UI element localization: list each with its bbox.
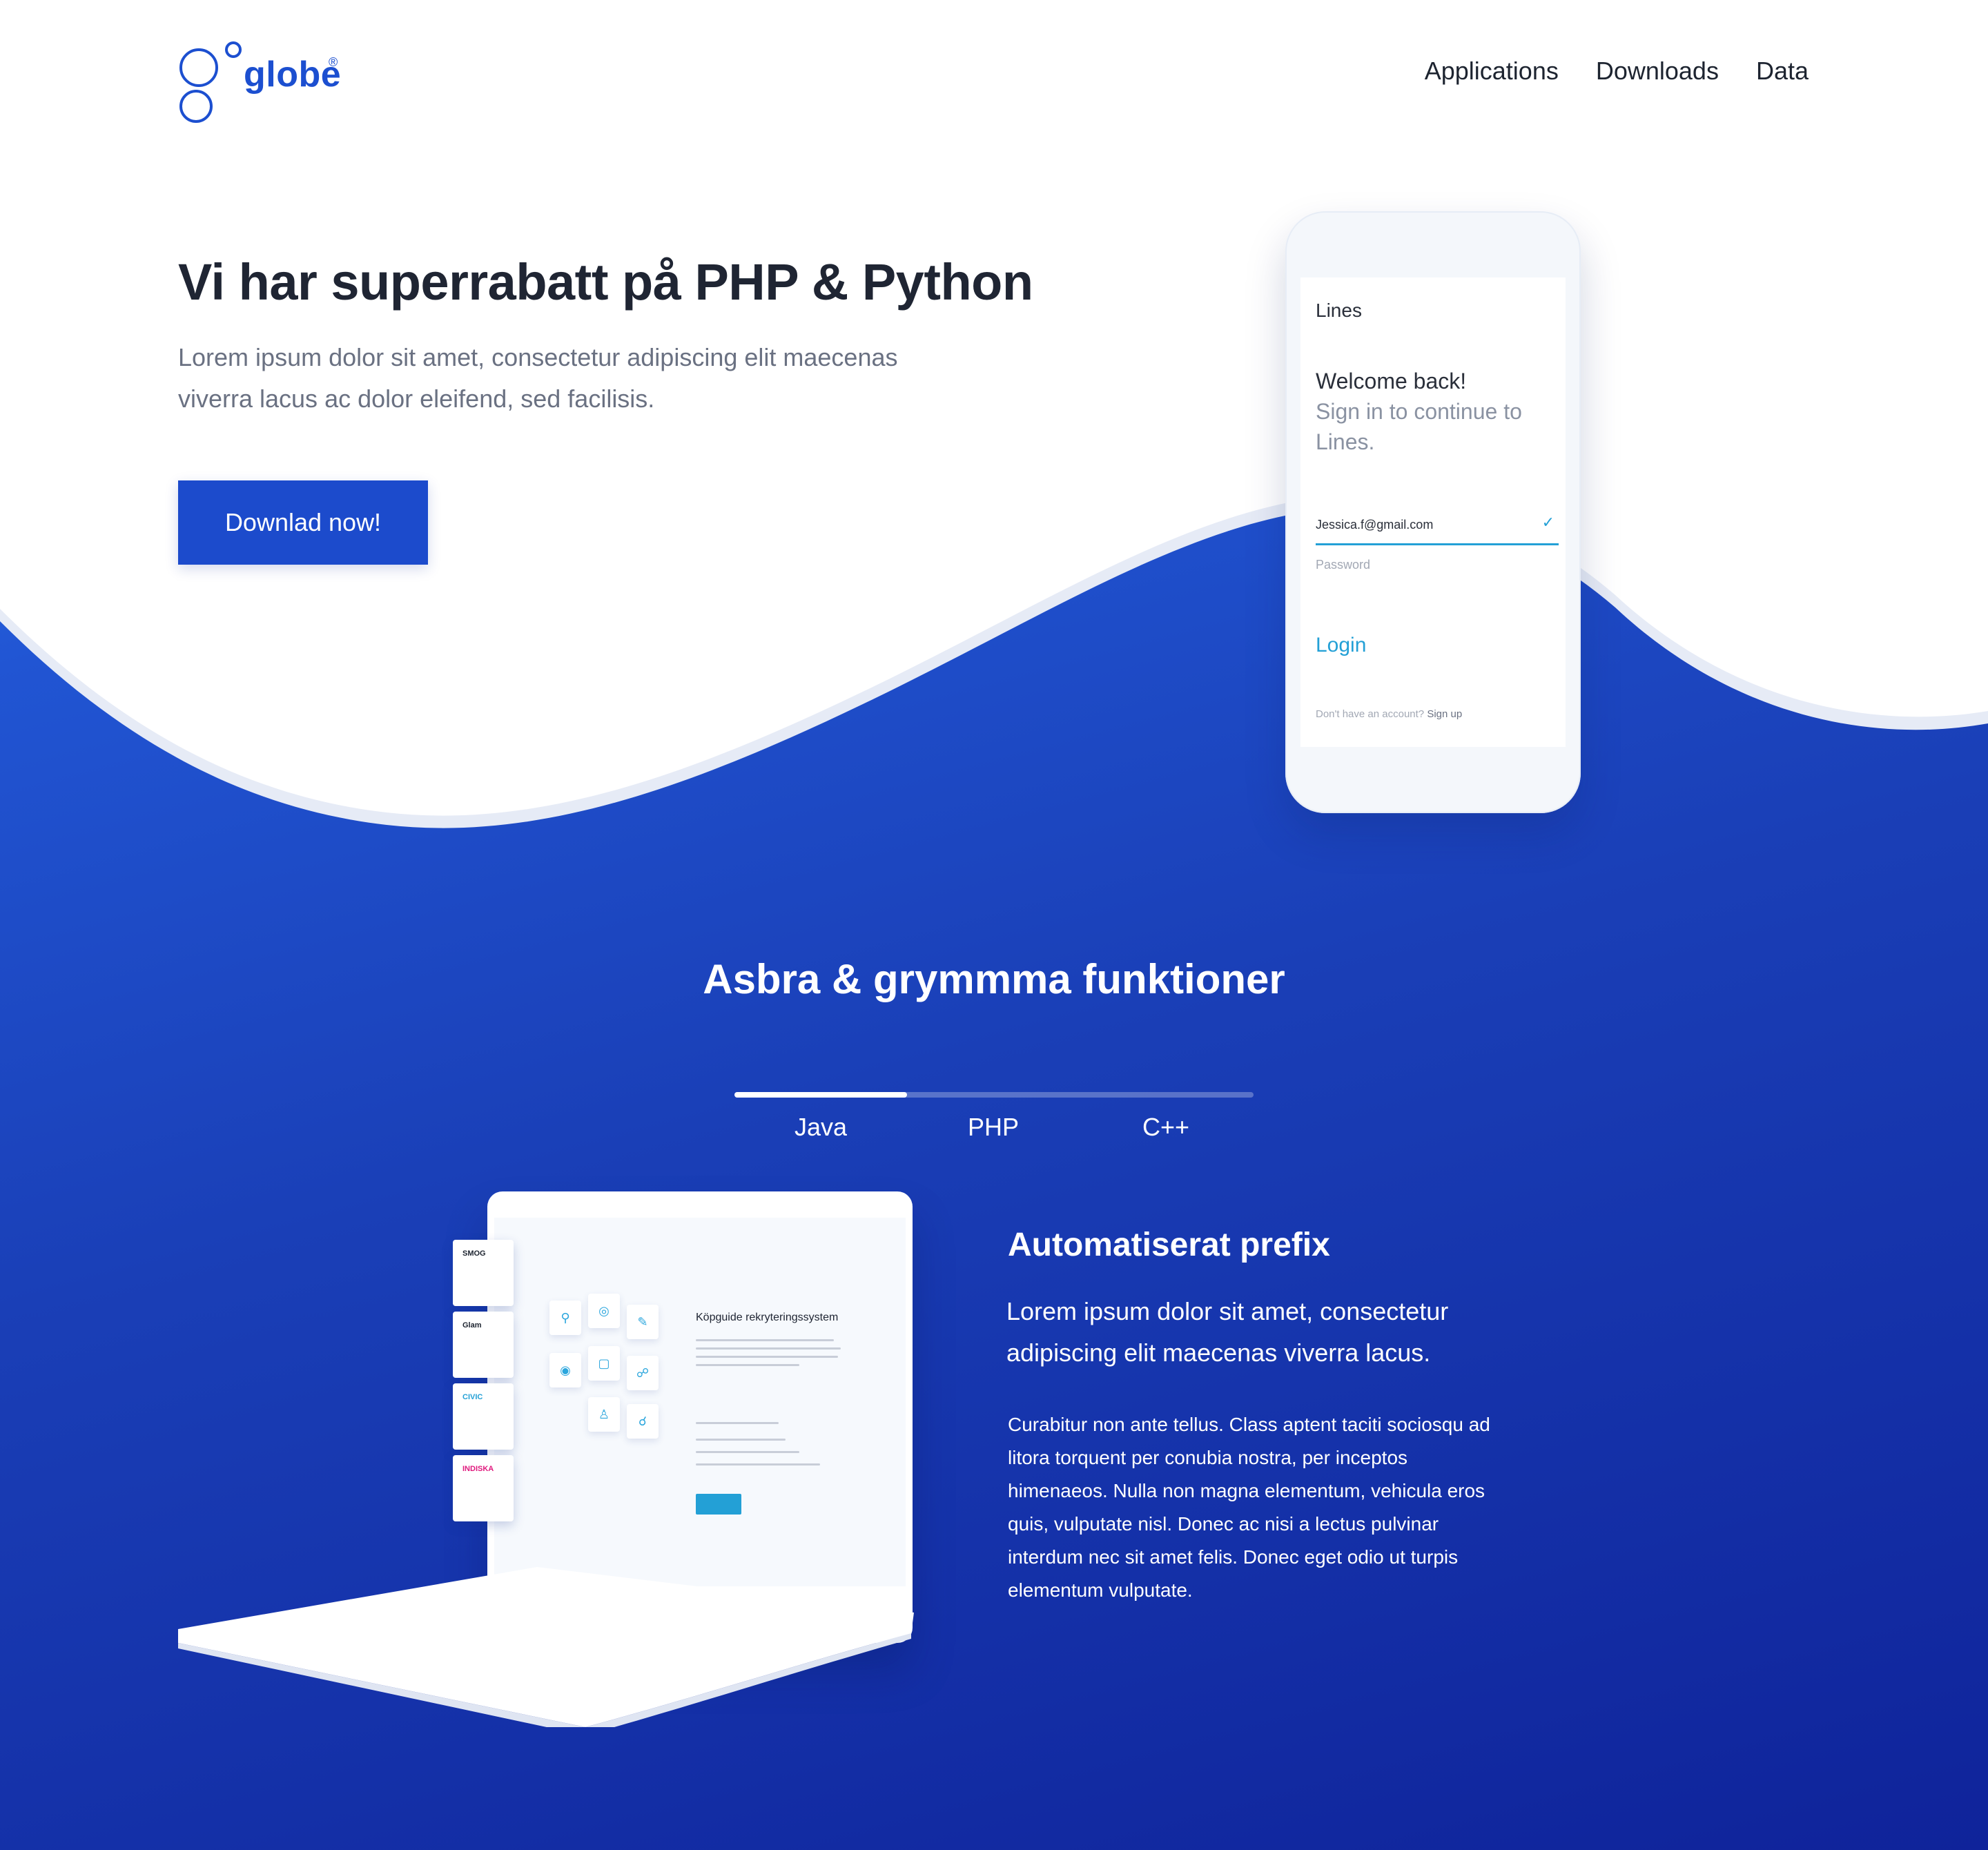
phone-screen [1300, 278, 1566, 747]
text-line [696, 1422, 779, 1424]
phone-footer: Don't have an account? Sign up [1316, 708, 1462, 720]
nav-applications[interactable]: Applications [1425, 57, 1559, 86]
phone-password-placeholder: Password [1316, 558, 1371, 572]
registered-mark: ® [329, 55, 338, 69]
phone-app-name: Lines [1316, 300, 1362, 321]
brand-card-label: Glam [462, 1321, 482, 1330]
text-line [696, 1364, 799, 1366]
download-button[interactable]: Downlad now! [178, 480, 428, 565]
phone-footer-text: Don't have an account? [1316, 708, 1425, 720]
phone-email-value: Jessica.f@gmail.com [1316, 518, 1434, 532]
laptop-screen: ⚲ ◎ ✎ ◉ ▢ ☍ ♙ ☌ Köpguide rekryteringssys… [494, 1218, 906, 1586]
brand-card: INDISKA [453, 1455, 514, 1521]
phone-login-button: Login [1316, 634, 1367, 656]
tile-icon: ◉ [549, 1353, 581, 1388]
bubbles-icon [179, 41, 242, 123]
tile-icon: ☍ [627, 1356, 659, 1390]
phone-signup-link: Sign up [1427, 708, 1463, 720]
laptop-icon-grid: ⚲ ◎ ✎ ◉ ▢ ☍ ♙ ☌ [549, 1294, 674, 1439]
text-line [696, 1451, 799, 1453]
tile-icon: ✎ [627, 1305, 659, 1339]
logo-wordmark: globe [244, 55, 342, 95]
tab-progress-track [734, 1092, 1254, 1098]
feature-body: Curabitur non ante tellus. Class aptent … [1008, 1414, 1490, 1601]
brand-card: SMOG [453, 1240, 514, 1306]
hero-description: Lorem ipsum dolor sit amet, consectetur … [178, 343, 898, 413]
tab-java[interactable]: Java [734, 1113, 907, 1142]
nav-data[interactable]: Data [1756, 57, 1809, 86]
main-nav: Applications Downloads Data [1425, 57, 1809, 86]
tile-icon: ♙ [588, 1397, 620, 1432]
feature-lead: Lorem ipsum dolor sit amet, consectetur … [1006, 1297, 1449, 1367]
hero-title: Vi har superrabatt på PHP & Python [178, 253, 1033, 311]
phone-welcome: Welcome back! [1316, 369, 1467, 393]
tab-php[interactable]: PHP [907, 1113, 1080, 1142]
text-line [696, 1439, 786, 1441]
laptop-screen-button [696, 1494, 741, 1515]
check-icon: ✓ [1541, 514, 1555, 531]
phone-email-field: Jessica.f@gmail.com ✓ [1316, 514, 1559, 545]
globe-logo[interactable]: globe ® [178, 39, 358, 126]
brand-card-label: SMOG [462, 1249, 486, 1258]
text-line [696, 1339, 834, 1341]
phone-mockup: Lines Welcome back! Sign in to continue … [1285, 211, 1581, 813]
text-line [696, 1463, 820, 1466]
tile-icon: ⚲ [549, 1301, 581, 1335]
text-line [696, 1347, 841, 1350]
tile-icon: ☌ [627, 1404, 659, 1439]
brand-card: Glam [453, 1312, 514, 1378]
feature-title: Automatiserat prefix [1008, 1227, 1330, 1263]
tile-icon: ◎ [588, 1294, 620, 1328]
laptop-mockup: ⚲ ◎ ✎ ◉ ▢ ☍ ♙ ☌ Köpguide rekryteringssys… [178, 1189, 924, 1727]
text-line [696, 1356, 838, 1358]
hero-wave-background [0, 0, 1988, 828]
tab-cpp[interactable]: C++ [1080, 1113, 1252, 1142]
tab-progress-fill [734, 1092, 908, 1098]
brand-card-label: CIVIC [462, 1393, 483, 1401]
laptop-base [178, 1567, 914, 1727]
tile-icon: ▢ [588, 1346, 620, 1381]
features-title: Asbra & grymmma funktioner [703, 956, 1285, 1002]
laptop-screen-heading: Köpguide rekryteringssystem [696, 1312, 839, 1323]
nav-downloads[interactable]: Downloads [1596, 57, 1719, 86]
brand-card: CIVIC [453, 1383, 514, 1450]
phone-subtitle: Sign in to continue to Lines. [1316, 399, 1522, 454]
brand-card-label: INDISKA [462, 1465, 494, 1473]
